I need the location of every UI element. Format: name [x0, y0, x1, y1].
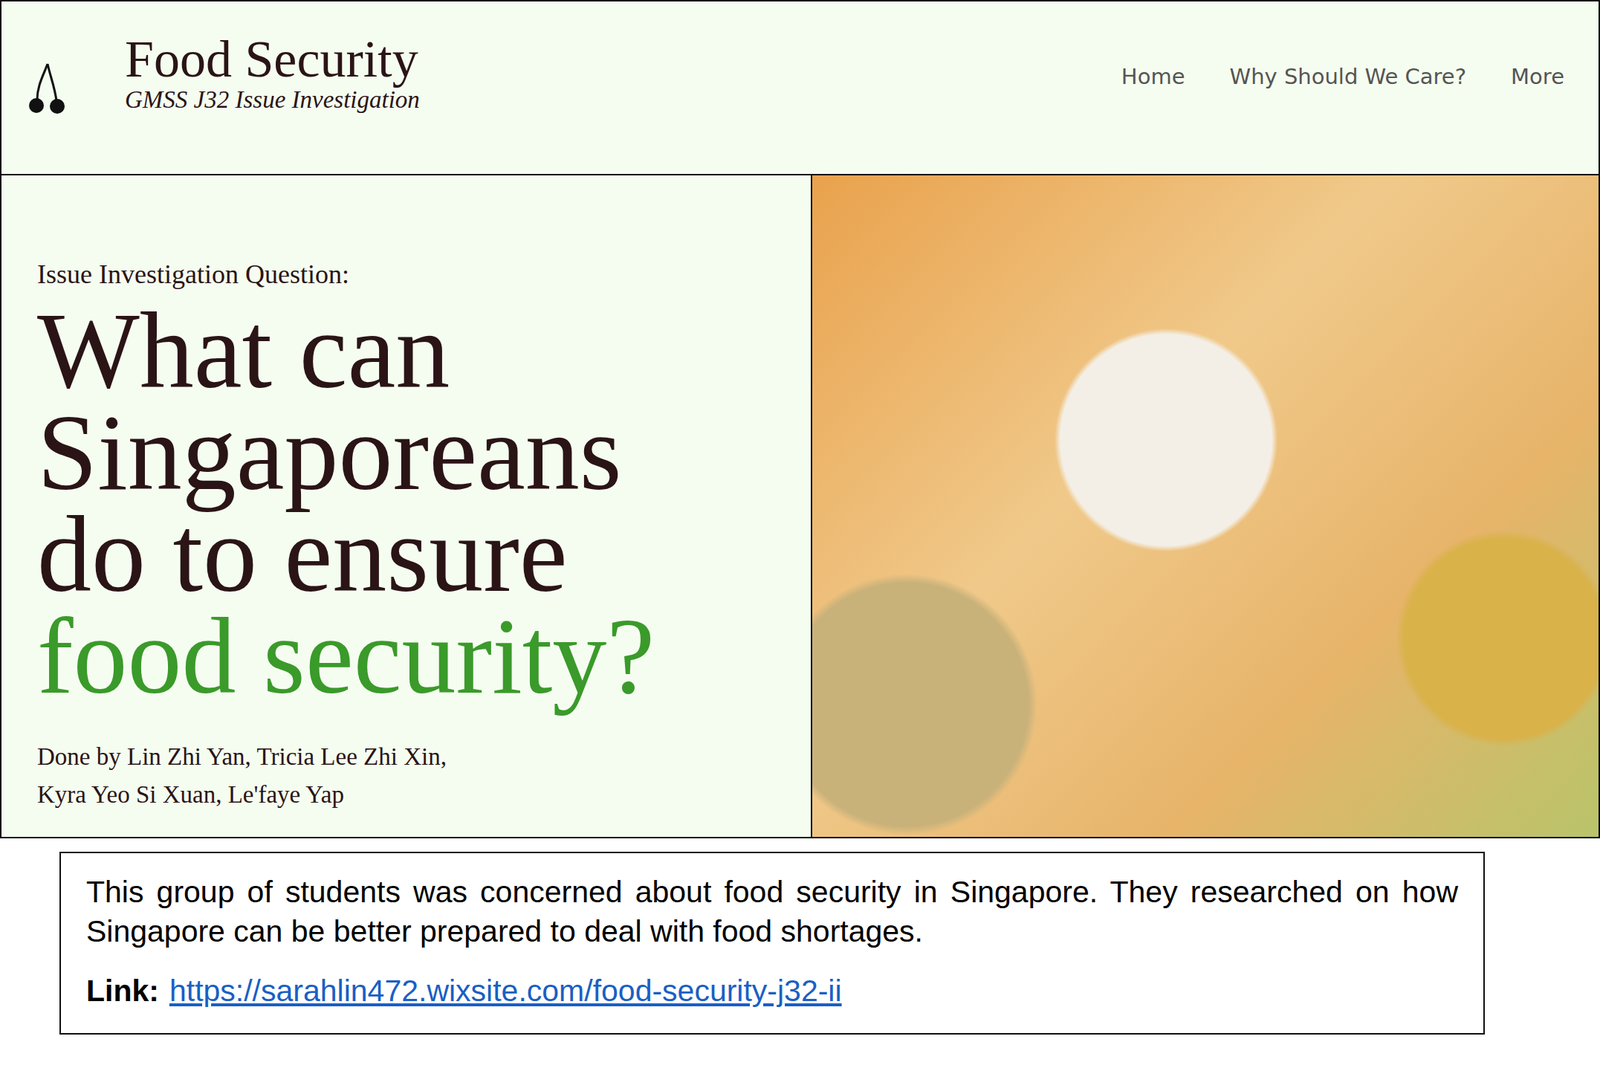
author-line: Kyra Yeo Si Xuan, Le'faye Yap — [37, 781, 789, 809]
nav-item[interactable]: Home — [1121, 63, 1186, 90]
site-title[interactable]: Food Security — [124, 31, 420, 87]
website-screenshot: Food SecurityGMSS J32 Issue Investigatio… — [0, 0, 1600, 839]
site-subtitle: GMSS J32 Issue Investigation — [124, 86, 420, 114]
question-line: do to ensure — [37, 503, 789, 606]
nav-bar: Home Why Should We Care? More — [1121, 63, 1565, 90]
nav-item[interactable]: More — [1510, 63, 1565, 90]
hero-text: Issue Investigation Question: What canSin… — [1, 175, 813, 837]
question-line: food security? — [37, 605, 789, 708]
page: Food SecurityGMSS J32 Issue Investigatio… — [0, 0, 1600, 1068]
link[interactable]: https://sarahlin472.wixsite.com/food-sec… — [169, 971, 842, 1011]
hero: Issue Investigation Question: What canSin… — [1, 175, 1599, 837]
link-label: Link: — [86, 971, 160, 1011]
author-line: Done by Lin Zhi Yan, Tricia Lee Zhi Xin, — [37, 743, 789, 771]
question-line: Singaporeans — [37, 402, 789, 504]
nav-item[interactable]: Why Should We Care? — [1229, 63, 1467, 90]
authors: Done by Lin Zhi Yan, Tricia Lee Zhi Xin,… — [37, 743, 789, 809]
hero-image — [812, 175, 1599, 837]
question-line: What can — [37, 300, 789, 403]
eyebrow: Issue Investigation Question: — [37, 258, 789, 290]
brand: Food SecurityGMSS J32 Issue Investigatio… — [28, 60, 1122, 115]
caption-box: This group of students was concerned abo… — [59, 851, 1485, 1035]
cherries-icon — [28, 60, 66, 115]
link-row: Link:https://sarahlin472.wixsite.com/foo… — [86, 971, 1459, 1011]
caption-text: This group of students was concerned abo… — [86, 872, 1459, 952]
title-group: Food SecurityGMSS J32 Issue Investigatio… — [124, 31, 420, 115]
site-header: Food SecurityGMSS J32 Issue Investigatio… — [1, 1, 1599, 176]
